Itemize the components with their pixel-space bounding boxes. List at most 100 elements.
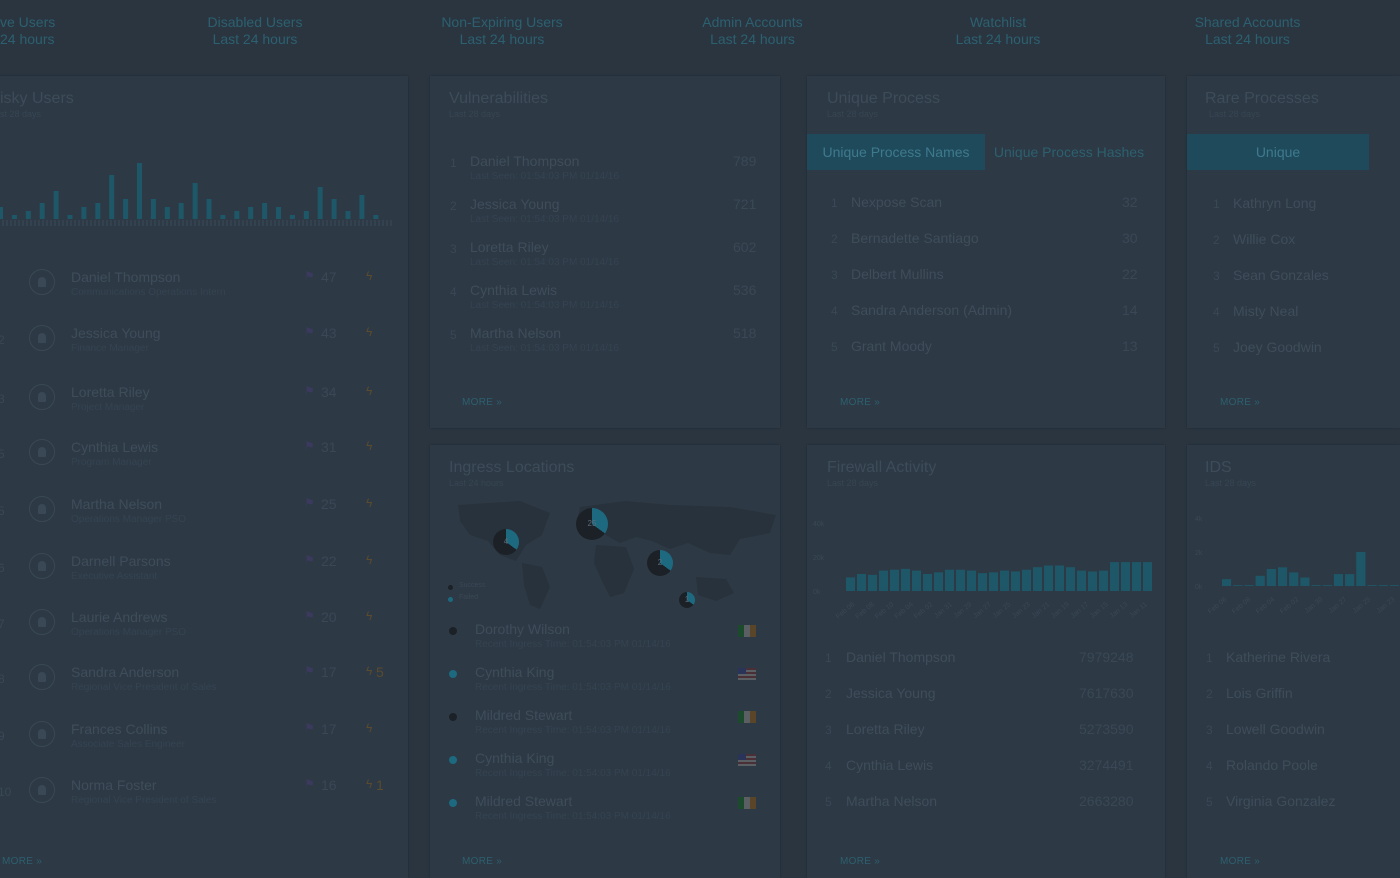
row-last-seen: Last Seen: 01:54:03 PM 01/14/16 [470, 343, 619, 354]
row-rank: 4 [831, 304, 838, 318]
process-row[interactable]: 2 Bernadette Santiago 30 [807, 230, 1165, 254]
flag-count: 43 [321, 325, 337, 341]
bar [1311, 585, 1321, 586]
bar [1088, 571, 1097, 591]
card-title: Firewall Activity [827, 459, 937, 476]
ingress-pie[interactable]: 4 [493, 529, 519, 555]
process-row[interactable]: 1 Kathryn Long [1187, 195, 1400, 219]
ids-row[interactable]: 4 Rolando Poole [1187, 757, 1400, 781]
ingress-row[interactable]: Mildred Stewart Recent Ingress Time: 01:5… [430, 707, 780, 747]
row-rank: 3 [831, 268, 838, 282]
row-name: Mildred Stewart [475, 707, 573, 723]
ids-row[interactable]: 5 Virginia Gonzalez [1187, 793, 1400, 817]
process-row[interactable]: 3 Delbert Mullins 22 [807, 266, 1165, 290]
bar [945, 569, 954, 591]
bar [1389, 585, 1399, 586]
bar [1289, 572, 1299, 586]
risky-bar [0, 207, 3, 219]
x-tick-label: Jan 13 [1109, 601, 1130, 620]
ids-bar-chart: 4k2k0kFeb 06 Feb 08 Feb 04 Feb 02 Jan 30 Jan … [1195, 516, 1399, 616]
tab-unique[interactable]: Unique [1187, 134, 1369, 170]
more-link[interactable]: MORE » [1220, 397, 1260, 408]
vulnerability-row[interactable]: 1 Daniel Thompson Last Seen: 01:54:03 PM 0… [430, 153, 780, 193]
x-tick-label: Jan 15 [1089, 601, 1110, 620]
ingress-pie[interactable]: 1 [679, 592, 695, 608]
ingress-pie[interactable]: 25 [576, 508, 608, 540]
process-row[interactable]: 4 Sandra Anderson (Admin) 14 [807, 302, 1165, 326]
row-rank: 2 [831, 232, 838, 246]
more-link[interactable]: MORE » [462, 397, 502, 408]
user-row[interactable]: 3 Loretta Riley Project Manager ⚑ 34 ϟ [0, 384, 400, 440]
user-row[interactable]: Daniel Thompson Communications Operations… [0, 269, 400, 325]
user-role: Program Manager [71, 457, 152, 468]
y-tick-label: 20k [813, 555, 825, 562]
x-tick-label: Jan 23 [1011, 601, 1032, 620]
firewall-row[interactable]: 4 Cynthia Lewis 3274491 [807, 757, 1165, 781]
firewall-row[interactable]: 3 Loretta Riley 5273590 [807, 721, 1165, 745]
firewall-row[interactable]: 1 Daniel Thompson 7979248 [807, 649, 1165, 673]
more-link[interactable]: MORE » [840, 397, 880, 408]
x-tick-label: Feb 04 [894, 601, 915, 620]
ingress-locations-card: Ingress Locations Last 24 hours 4 25 2 1 Su… [430, 445, 780, 878]
vulnerability-row[interactable]: 4 Cynthia Lewis Last Seen: 01:54:03 PM 01/… [430, 282, 780, 322]
vulnerability-row[interactable]: 2 Jessica Young Last Seen: 01:54:03 PM 01/… [430, 196, 780, 236]
card-subtitle: st 28 days [0, 109, 42, 119]
ingress-pie[interactable]: 2 [647, 550, 673, 576]
x-tick-label: Jan 23 [1376, 596, 1397, 615]
stat-admin-accounts[interactable]: Admin Accounts Last 24 hours [690, 14, 815, 48]
ingress-row[interactable]: Mildred Stewart Recent Ingress Time: 01:5… [430, 793, 780, 833]
user-rank: 9 [0, 729, 5, 743]
process-row[interactable]: 5 Joey Goodwin [1187, 339, 1400, 363]
more-link[interactable]: MORE » [2, 856, 42, 867]
stat-active-users[interactable]: ve Users 24 hours [0, 14, 60, 48]
firewall-row[interactable]: 2 Jessica Young 7617630 [807, 685, 1165, 709]
user-rank: 8 [0, 672, 5, 686]
stat-disabled-users[interactable]: Disabled Users Last 24 hours [195, 14, 315, 48]
ids-row[interactable]: 1 Katherine Rivera [1187, 649, 1400, 673]
bolt-icon: ϟ [366, 777, 373, 791]
user-role: Operations Manager PSO [71, 627, 187, 638]
flag-count: 16 [321, 777, 337, 793]
tab-unique-process-hashes[interactable]: Unique Process Hashes [985, 134, 1153, 170]
row-rank: 1 [1213, 197, 1220, 211]
bar [846, 577, 855, 591]
process-row[interactable]: 5 Grant Moody 13 [807, 338, 1165, 362]
stat-watchlist[interactable]: Watchlist Last 24 hours [938, 14, 1058, 48]
user-row[interactable]: 10 Norma Foster Regional Vice President of… [0, 777, 400, 833]
user-row[interactable]: 5 Martha Nelson Operations Manager PSO ⚑ 25 ϟ [0, 496, 400, 552]
x-tick-label: Jan 19 [1050, 601, 1071, 620]
row-name: Mildred Stewart [475, 793, 573, 809]
row-rank: 5 [831, 340, 838, 354]
ids-row[interactable]: 2 Lois Griffin [1187, 685, 1400, 709]
user-row[interactable]: 5 Cynthia Lewis Program Manager ⚑ 31 ϟ [0, 439, 400, 495]
status-dot [449, 799, 457, 807]
vulnerability-row[interactable]: 3 Loretta Riley Last Seen: 01:54:03 PM 01/… [430, 239, 780, 279]
user-row[interactable]: 6 Darnell Parsons Executive Assistant ⚑ 22 ϟ [0, 553, 400, 609]
user-name: Loretta Riley [71, 384, 150, 400]
ingress-row[interactable]: Cynthia King Recent Ingress Time: 01:54:0… [430, 750, 780, 790]
user-row[interactable]: 2 Jessica Young Finance Manager ⚑ 43 ϟ [0, 325, 400, 381]
process-row[interactable]: 3 Sean Gonzales [1187, 267, 1400, 291]
user-row[interactable]: 9 Frances Collins Associate Sales Engineer… [0, 721, 400, 777]
ingress-row[interactable]: Cynthia King Recent Ingress Time: 01:54:0… [430, 664, 780, 704]
vulnerability-row[interactable]: 5 Martha Nelson Last Seen: 01:54:03 PM 01/… [430, 325, 780, 365]
stat-non-expiring-users[interactable]: Non-Expiring Users Last 24 hours [432, 14, 572, 48]
row-name: Joey Goodwin [1233, 339, 1322, 355]
user-row[interactable]: 8 Sandra Anderson Regional Vice President … [0, 664, 400, 720]
process-row[interactable]: 1 Nexpose Scan 32 [807, 194, 1165, 218]
more-link[interactable]: MORE » [462, 856, 502, 867]
more-link[interactable]: MORE » [840, 856, 880, 867]
more-link[interactable]: MORE » [1220, 856, 1260, 867]
user-row[interactable]: 7 Laurie Andrews Operations Manager PSO ⚑ 20… [0, 609, 400, 665]
flag-count: 17 [321, 664, 337, 680]
tab-unique-process-names[interactable]: Unique Process Names [807, 134, 985, 170]
flag-count: 25 [321, 496, 337, 512]
process-row[interactable]: 2 Willie Cox [1187, 231, 1400, 255]
ingress-row[interactable]: Dorothy Wilson Recent Ingress Time: 01:54… [430, 621, 780, 661]
row-last-seen: Last Seen: 01:54:03 PM 01/14/16 [470, 257, 619, 268]
card-subtitle: Last 28 days [827, 478, 879, 488]
process-row[interactable]: 4 Misty Neal [1187, 303, 1400, 327]
firewall-row[interactable]: 5 Martha Nelson 2663280 [807, 793, 1165, 817]
stat-shared-accounts[interactable]: Shared Accounts Last 24 hours [1185, 14, 1310, 48]
ids-row[interactable]: 3 Lowell Goodwin [1187, 721, 1400, 745]
